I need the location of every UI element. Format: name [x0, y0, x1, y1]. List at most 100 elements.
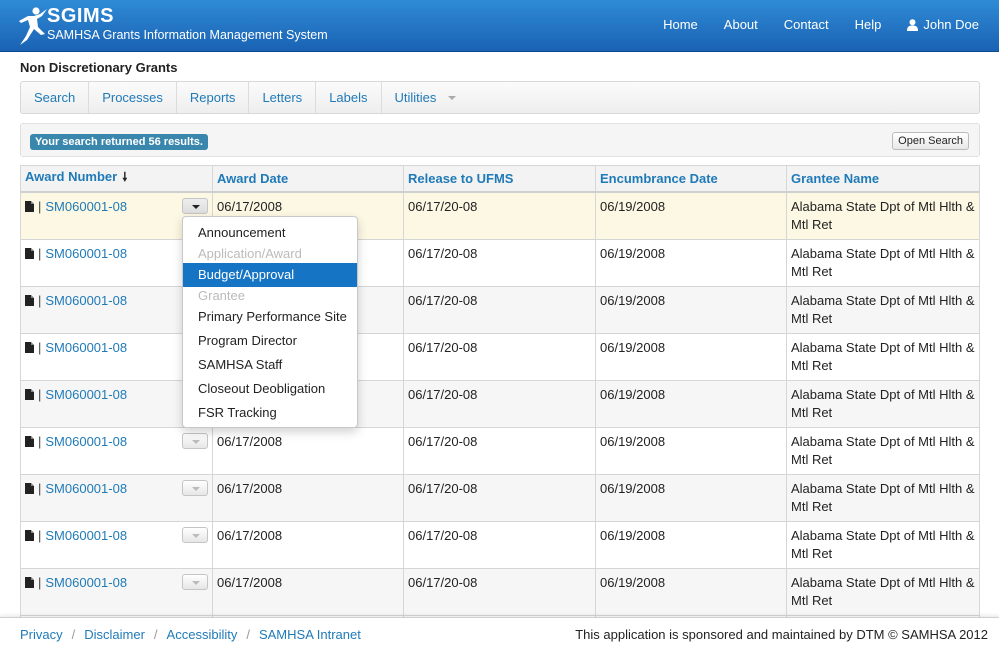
document-icon [25, 482, 34, 494]
menu-item-samhsa-staff[interactable]: SAMHSA Staff [183, 353, 357, 377]
subnav-processes[interactable]: Processes [89, 82, 177, 113]
row-actions-dropdown[interactable] [182, 197, 208, 214]
grantee-name-cell: Alabama State Dpt of Mtl Hlth & Mtl Ret [786, 426, 980, 475]
subnav-letters[interactable]: Letters [249, 82, 317, 113]
row-actions-dropdown[interactable] [182, 573, 208, 590]
menu-item-budget-approval[interactable]: Budget/Approval [183, 263, 357, 287]
results-bar: Your search returned 56 results. Open Se… [20, 123, 980, 157]
menu-item-primary-performance-site[interactable]: Primary Performance Site [183, 305, 357, 329]
page-title: Non Discretionary Grants [20, 60, 178, 75]
menu-item-closeout-deobligation[interactable]: Closeout Deobligation [183, 377, 357, 401]
award-date-cell: 06/17/2008 [212, 426, 404, 475]
subnav-labels[interactable]: Labels [316, 82, 382, 113]
table-header-row: Award Number 🠗 Award Date Release to UFMS… [20, 165, 980, 193]
nav-user[interactable]: John Doe [907, 17, 979, 32]
caret-down-icon [192, 533, 200, 538]
award-date-cell: 06/17/2008 [212, 567, 404, 616]
footer-link-disclaimer[interactable]: Disclaimer [84, 627, 145, 642]
document-icon [25, 294, 34, 306]
award-number-link[interactable]: SM060001-08 [45, 387, 127, 402]
table-row: |SM060001-08 06/17/2008 06/17/20-08 06/1… [20, 191, 980, 240]
app-subtitle: SAMHSA Grants Information Management Sys… [47, 28, 328, 42]
row-actions-dropdown[interactable] [182, 526, 208, 543]
row-actions-dropdown[interactable] [182, 479, 208, 496]
col-grantee-name[interactable]: Grantee Name [786, 165, 980, 193]
release-ufms-cell: 06/17/20-08 [403, 567, 596, 616]
table-row: |SM060001-08 06/17/2008 06/17/20-08 06/1… [20, 285, 980, 334]
encumbrance-date-cell: 06/19/2008 [595, 285, 787, 334]
award-number-link[interactable]: SM060001-08 [45, 528, 127, 543]
release-ufms-cell: 06/17/20-08 [403, 520, 596, 569]
top-navbar: SGIMS SAMHSA Grants Information Manageme… [0, 0, 999, 52]
nav-about[interactable]: About [724, 17, 758, 32]
award-number-cell: |SM060001-08 [20, 567, 213, 616]
award-number-link[interactable]: SM060001-08 [45, 434, 127, 449]
separator: | [38, 198, 42, 214]
encumbrance-date-cell: 06/19/2008 [595, 426, 787, 475]
award-number-link[interactable]: SM060001-08 [45, 246, 127, 261]
footer-link-privacy[interactable]: Privacy [20, 627, 63, 642]
award-number-cell: |SM060001-08 [20, 473, 213, 522]
caret-down-icon [192, 580, 200, 585]
award-date-cell: 06/17/2008 [212, 520, 404, 569]
separator: | [38, 574, 42, 590]
user-name: John Doe [923, 17, 979, 32]
subnav-search[interactable]: Search [21, 82, 90, 113]
separator: | [38, 527, 42, 543]
grantee-name-cell: Alabama State Dpt of Mtl Hlth & Mtl Ret [786, 520, 980, 569]
open-search-button[interactable]: Open Search [892, 132, 969, 150]
separator: | [38, 292, 42, 308]
subnav-utilities[interactable]: Utilities [382, 82, 470, 113]
nav-contact[interactable]: Contact [784, 17, 829, 32]
document-icon [25, 388, 34, 400]
caret-down-icon [192, 204, 200, 209]
row-actions-dropdown[interactable] [182, 432, 208, 449]
document-icon [25, 576, 34, 588]
grantee-name-cell: Alabama State Dpt of Mtl Hlth & Mtl Ret [786, 238, 980, 287]
award-number-link[interactable]: SM060001-08 [45, 340, 127, 355]
document-icon [25, 529, 34, 541]
col-award-number[interactable]: Award Number 🠗 [20, 165, 213, 193]
menu-item-fsr-tracking[interactable]: FSR Tracking [183, 401, 357, 425]
encumbrance-date-cell: 06/19/2008 [595, 567, 787, 616]
menu-item-program-director[interactable]: Program Director [183, 329, 357, 353]
table-row: |SM060001-08 06/17/2008 06/17/20-08 06/1… [20, 473, 980, 522]
app-title[interactable]: SGIMS [47, 5, 114, 28]
grantee-name-cell: Alabama State Dpt of Mtl Hlth & Mtl Ret [786, 332, 980, 381]
grantee-name-cell: Alabama State Dpt of Mtl Hlth & Mtl Ret [786, 567, 980, 616]
caret-down-icon [192, 439, 200, 444]
table-row: |SM060001-08 06/17/2008 06/17/20-08 06/1… [20, 567, 980, 616]
award-number-link[interactable]: SM060001-08 [45, 293, 127, 308]
footer-links: Privacy / Disclaimer / Accessibility / S… [20, 627, 361, 642]
col-release-ufms[interactable]: Release to UFMS [403, 165, 596, 193]
release-ufms-cell: 06/17/20-08 [403, 285, 596, 334]
user-icon [907, 18, 919, 31]
row-actions-menu: Announcement Application/Award Budget/Appr… [182, 216, 358, 428]
col-encumbrance-date[interactable]: Encumbrance Date [595, 165, 787, 193]
table-row: |SM060001-08 06/17/2008 06/17/20-08 06/1… [20, 238, 980, 287]
caret-down-icon [192, 486, 200, 491]
subnav-utilities-label: Utilities [394, 90, 437, 105]
encumbrance-date-cell: 06/19/2008 [595, 332, 787, 381]
arrow-down-icon: 🠗 [122, 169, 128, 184]
release-ufms-cell: 06/17/20-08 [403, 191, 596, 240]
separator: | [38, 433, 42, 449]
release-ufms-cell: 06/17/20-08 [403, 238, 596, 287]
award-number-link[interactable]: SM060001-08 [45, 199, 127, 214]
award-number-link[interactable]: SM060001-08 [45, 575, 127, 590]
nav-help[interactable]: Help [855, 17, 882, 32]
subnav-reports[interactable]: Reports [177, 82, 250, 113]
footer-link-accessibility[interactable]: Accessibility [167, 627, 238, 642]
menu-item-grantee: Grantee [198, 288, 245, 303]
menu-item-announcement[interactable]: Announcement [183, 221, 357, 245]
nav-home[interactable]: Home [663, 17, 698, 32]
award-number-link[interactable]: SM060001-08 [45, 481, 127, 496]
footer-link-intranet[interactable]: SAMHSA Intranet [259, 627, 361, 642]
grantee-name-cell: Alabama State Dpt of Mtl Hlth & Mtl Ret [786, 191, 980, 240]
table-row: |SM060001-08 06/17/2008 06/17/20-08 06/1… [20, 379, 980, 428]
grantee-name-cell: Alabama State Dpt of Mtl Hlth & Mtl Ret [786, 379, 980, 428]
release-ufms-cell: 06/17/20-08 [403, 426, 596, 475]
col-award-date[interactable]: Award Date [212, 165, 404, 193]
footer-sponsor-text: This application is sponsored and mainta… [575, 627, 988, 642]
footer: Privacy / Disclaimer / Accessibility / S… [0, 617, 999, 651]
